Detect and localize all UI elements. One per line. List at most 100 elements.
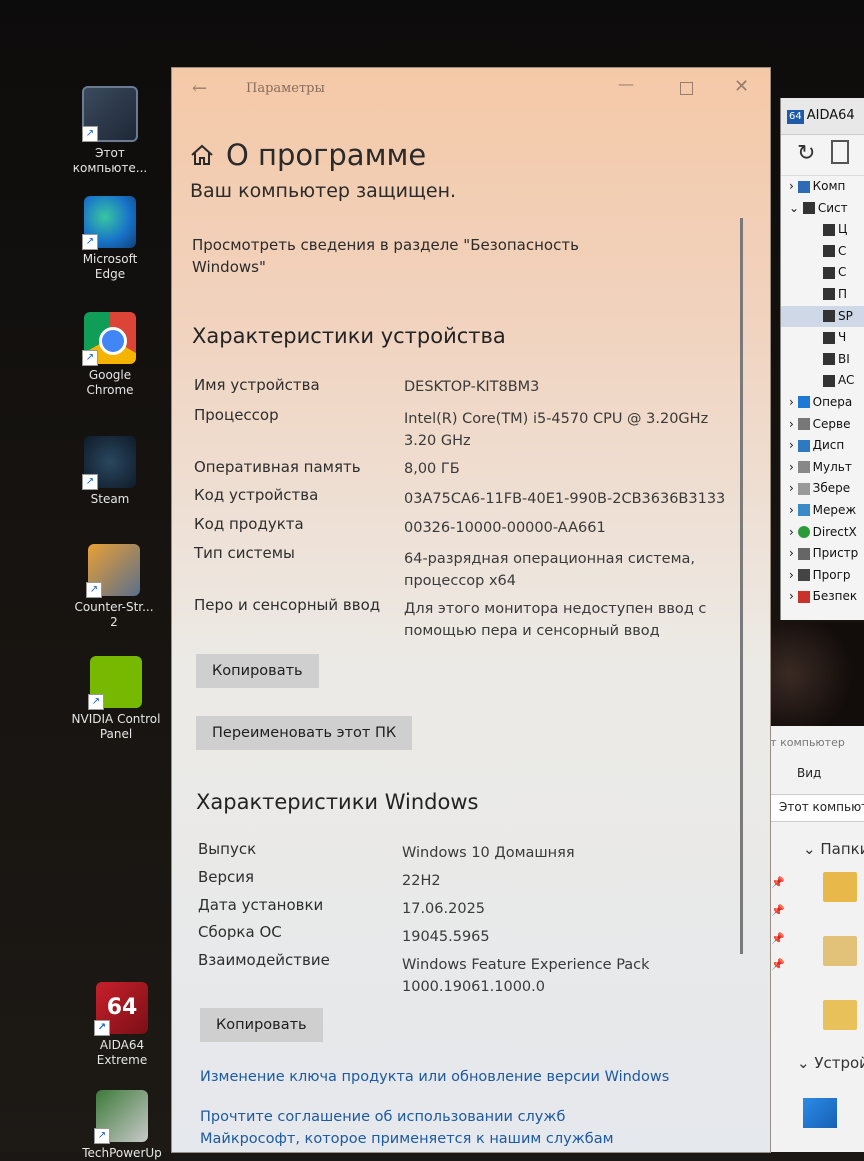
tree-node[interactable]: › Мереж bbox=[781, 500, 864, 522]
change-product-key-link[interactable]: Изменение ключа продукта или обновление … bbox=[200, 1066, 669, 1088]
spec-label: Имя устройства bbox=[194, 376, 320, 394]
storage-icon bbox=[797, 482, 810, 495]
desktop-icon-label: Counter-Str... 2 bbox=[74, 600, 154, 629]
rename-pc-button[interactable]: Переименовать этот ПК bbox=[196, 716, 413, 750]
shortcut-arrow-icon: ↗ bbox=[88, 694, 104, 710]
copy-device-specs-button[interactable]: Копировать bbox=[196, 654, 319, 688]
board-icon bbox=[802, 202, 815, 215]
drive-windows-icon[interactable] bbox=[803, 1098, 837, 1128]
tree-node[interactable]: ⌄ Сист bbox=[781, 198, 864, 220]
minimize-icon[interactable]: — bbox=[618, 74, 634, 93]
aida64-logo-text: 64 bbox=[106, 995, 138, 1020]
shortcut-arrow-icon: ↗ bbox=[86, 582, 102, 598]
page-title: О программе bbox=[190, 138, 426, 172]
pin-icon[interactable]: 📌 bbox=[771, 876, 785, 889]
shortcut-arrow-icon: ↗ bbox=[94, 1128, 110, 1144]
memory-icon bbox=[823, 288, 835, 301]
folder-video-icon[interactable] bbox=[823, 872, 857, 902]
techpowerup-icon: ↗ bbox=[94, 1090, 148, 1144]
this-pc-icon: ↗ bbox=[82, 86, 138, 142]
close-icon[interactable]: ✕ bbox=[734, 76, 749, 97]
spec-value: DESKTOP-KIT8BM3 bbox=[404, 379, 540, 395]
acpi-icon bbox=[823, 374, 835, 387]
protection-status: Ваш компьютер защищен. bbox=[190, 180, 457, 202]
chevron-down-icon: ⌄ bbox=[803, 840, 821, 858]
security-link[interactable]: Просмотреть сведения в разделе "Безопасн… bbox=[192, 234, 579, 278]
aida64-tree: › Комп ⌄ Сист Ц С С П SP Ч BI AC › Опера… bbox=[781, 176, 864, 608]
tree-node[interactable]: › Комп bbox=[781, 176, 864, 198]
aida64-window[interactable]: 64 AIDA64 ↻ › Комп ⌄ Сист Ц С С П SP Ч BI… bbox=[780, 98, 864, 620]
tree-node[interactable]: › DirectX bbox=[781, 522, 864, 544]
section-header-folders[interactable]: ⌄ Папки bbox=[803, 840, 864, 858]
home-icon bbox=[191, 144, 213, 165]
tree-node[interactable]: › Опера bbox=[781, 392, 864, 414]
folder-desktop-icon[interactable] bbox=[823, 1000, 857, 1030]
tree-node[interactable]: › Збере bbox=[781, 478, 864, 500]
pin-icon[interactable]: 📌 bbox=[771, 958, 785, 971]
settings-window[interactable]: ← Параметры — ✕ О программе Ваш компьюте… bbox=[172, 68, 770, 1152]
shortcut-arrow-icon: ↗ bbox=[82, 234, 98, 250]
pin-icon[interactable]: 📌 bbox=[771, 932, 785, 945]
desktop-icon-label: Steam bbox=[90, 492, 130, 506]
spec-label: Тип системы bbox=[194, 544, 295, 562]
tree-node[interactable]: › Серве bbox=[781, 414, 864, 436]
address-text: Этот компьют bbox=[779, 800, 864, 814]
device-specs-heading: Характеристики устройства bbox=[192, 324, 506, 348]
settings-titlebar[interactable]: ← Параметры — ✕ bbox=[172, 68, 770, 108]
tree-node[interactable]: AC bbox=[781, 370, 864, 392]
section-header-devices[interactable]: ⌄ Устрой bbox=[797, 1054, 864, 1072]
tree-node[interactable]: П bbox=[781, 284, 864, 306]
folder-pictures-icon[interactable] bbox=[823, 936, 857, 966]
shortcut-arrow-icon: ↗ bbox=[82, 350, 98, 366]
counter-strike-icon: ↗ bbox=[86, 544, 140, 598]
spec-value: 22H2 bbox=[402, 873, 441, 889]
chrome-icon: ↗ bbox=[82, 312, 136, 366]
spec-value: 19045.5965 bbox=[402, 929, 490, 945]
tree-node-selected[interactable]: SP bbox=[781, 305, 864, 328]
desktop-icon-label: NVIDIA Control Panel bbox=[71, 712, 161, 741]
aida64-icon: 64 ↗ bbox=[94, 982, 148, 1036]
pin-icon[interactable]: 📌 bbox=[771, 904, 785, 917]
services-agreement-link[interactable]: Прочтите соглашение об использовании слу… bbox=[200, 1106, 660, 1150]
aida64-title: AIDA64 bbox=[806, 108, 855, 123]
spec-value: Windows 10 Домашняя bbox=[402, 845, 575, 861]
refresh-icon[interactable]: ↻ bbox=[797, 141, 815, 166]
desktop-icon-edge[interactable]: ↗ Microsoft Edge bbox=[60, 196, 160, 282]
tree-node[interactable]: С bbox=[781, 241, 864, 263]
report-icon[interactable] bbox=[830, 140, 849, 164]
desktop-icon-label: Google Chrome bbox=[86, 368, 134, 397]
desktop-icon-this-pc[interactable]: ↗ Этот компьюте... bbox=[60, 86, 160, 176]
bios-icon bbox=[823, 353, 835, 366]
maximize-icon[interactable] bbox=[680, 82, 693, 95]
tree-node[interactable]: › Дисп bbox=[781, 435, 864, 457]
tree-node[interactable]: › Безпек bbox=[781, 586, 864, 608]
tree-node[interactable]: С bbox=[781, 262, 864, 284]
desktop-icon-techpowerup[interactable]: ↗ TechPowerUp bbox=[72, 1090, 172, 1161]
spec-value: Intel(R) Core(TM) i5-4570 CPU @ 3.20GHz … bbox=[404, 411, 709, 449]
windows-specs-heading: Характеристики Windows bbox=[196, 790, 479, 814]
desktop-icon-counter-strike[interactable]: ↗ Counter-Str... 2 bbox=[64, 544, 164, 630]
desktop-icon-chrome[interactable]: ↗ Google Chrome bbox=[60, 312, 160, 398]
board-icon bbox=[823, 266, 835, 279]
copy-windows-specs-button[interactable]: Копировать bbox=[200, 1008, 323, 1042]
spec-value: Windows Feature Experience Pack 1000.190… bbox=[402, 957, 650, 995]
tree-node[interactable]: › Мульт bbox=[781, 457, 864, 479]
desktop-icon-label: Microsoft Edge bbox=[82, 252, 138, 281]
desktop-icon-nvidia[interactable]: ↗ NVIDIA Control Panel bbox=[66, 656, 166, 742]
spec-label: Версия bbox=[198, 868, 255, 886]
tree-node[interactable]: › Прогр bbox=[781, 565, 864, 587]
page-title-text: О программе bbox=[226, 138, 427, 172]
desktop-icon-steam[interactable]: ↗ Steam bbox=[60, 436, 160, 507]
chip-icon bbox=[823, 245, 835, 258]
tree-node[interactable]: Ч bbox=[781, 327, 864, 349]
tree-node[interactable]: Ц bbox=[781, 219, 864, 241]
back-arrow-icon[interactable]: ← bbox=[192, 78, 207, 99]
spec-value: 17.06.2025 bbox=[402, 901, 486, 917]
explorer-menu-view[interactable]: Вид bbox=[797, 766, 821, 780]
desktop-icon-label: Этот компьюте... bbox=[72, 146, 148, 175]
tree-node[interactable]: › Пристр bbox=[781, 543, 864, 565]
tree-node[interactable]: BI bbox=[781, 349, 864, 371]
desktop-icon-aida64[interactable]: 64 ↗ AIDA64 Extreme bbox=[72, 982, 172, 1068]
scrollbar[interactable] bbox=[740, 218, 743, 954]
aida64-titlebar[interactable]: 64 AIDA64 bbox=[781, 98, 864, 135]
